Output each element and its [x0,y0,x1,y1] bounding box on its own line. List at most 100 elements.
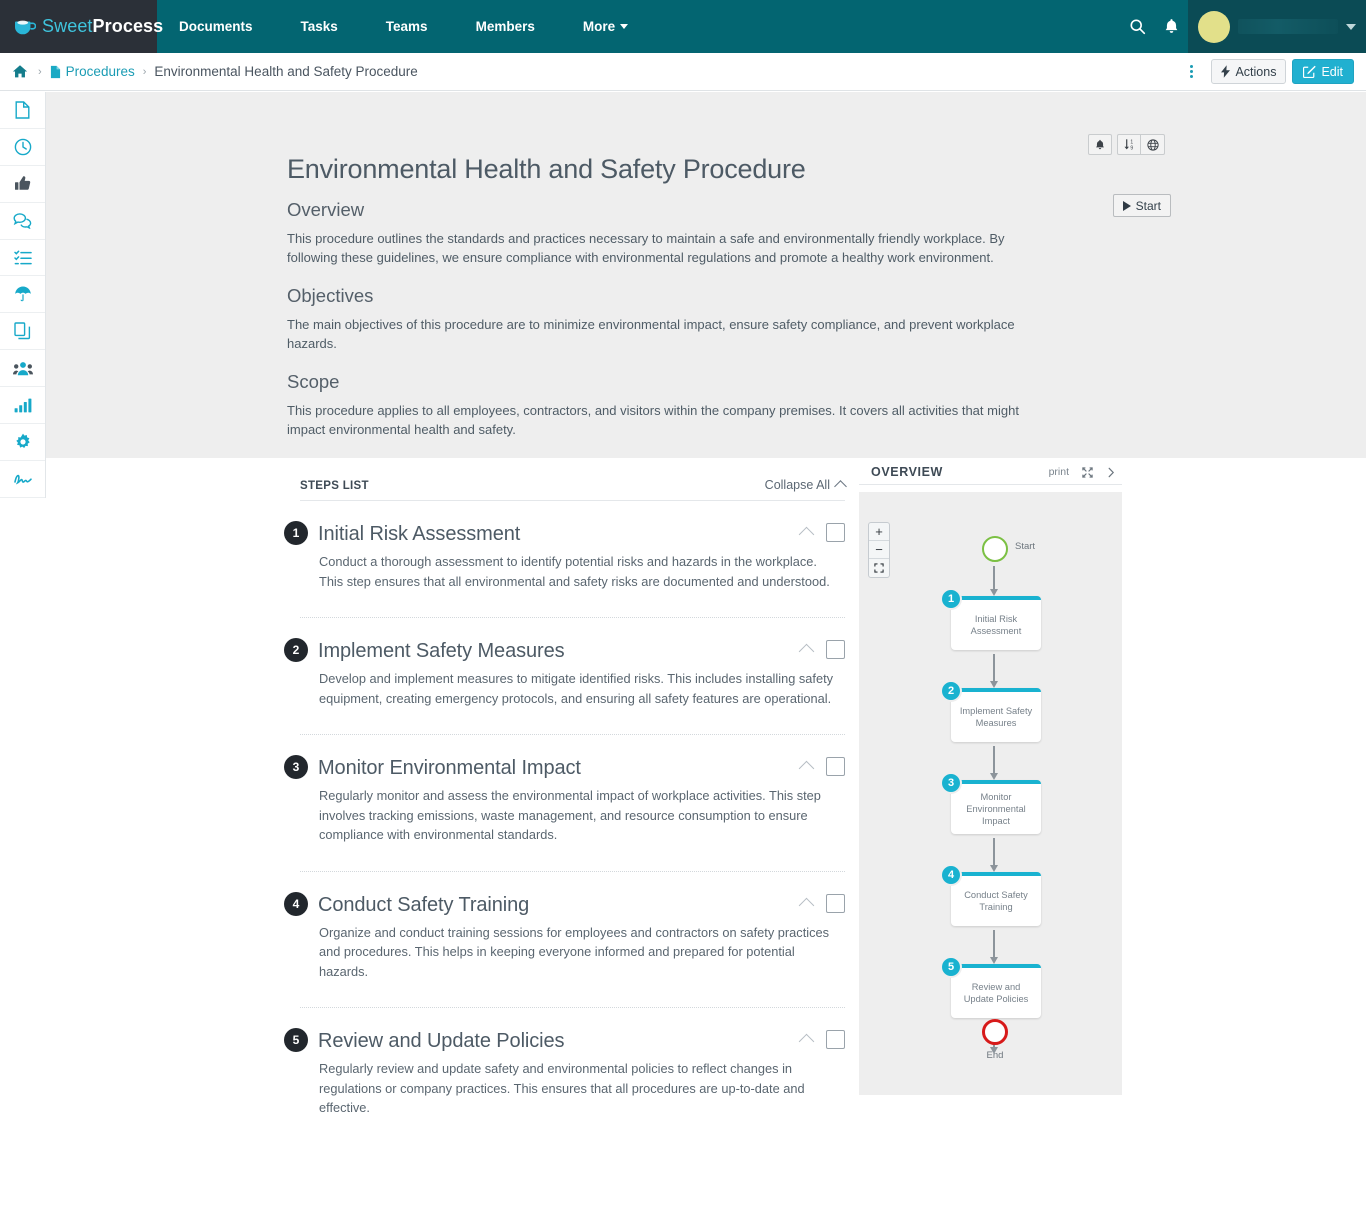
step-title[interactable]: Implement Safety Measures [318,640,845,663]
user-name-redacted [1238,19,1338,34]
chevron-down-icon [1346,23,1356,30]
bell-icon [1096,139,1104,149]
flowchart-node[interactable]: Implement Safety Measures [951,688,1041,742]
home-icon[interactable] [12,64,28,79]
rail-teams[interactable] [0,350,45,388]
svg-text:9: 9 [1130,146,1133,151]
nav-documents-label: Documents [179,19,253,34]
step-title[interactable]: Review and Update Policies [318,1030,845,1053]
step-checkbox[interactable] [826,893,845,913]
flowchart-diagram: Start 1 Initial Risk Assessment 2 Implem… [859,492,1122,1095]
chevron-up-icon[interactable] [798,526,815,543]
flowchart-arrow [990,654,997,688]
rail-reports[interactable] [0,387,45,425]
rail-settings[interactable] [0,424,45,461]
primary-nav-items: Documents Tasks Teams Members More [157,0,652,53]
step-checkbox[interactable] [826,640,845,659]
step-number-badge: 2 [284,638,308,662]
steps-list-panel: STEPS LIST Collapse All 1 Initial Risk A… [284,478,847,1144]
rail-duplicates[interactable] [0,313,45,351]
flowchart-canvas[interactable]: + − Start 1 Initial Risk Assessment 2 Im… [859,492,1122,1095]
chevron-up-icon[interactable] [798,760,815,777]
pencil-square-icon [1303,65,1317,78]
step-title[interactable]: Monitor Environmental Impact [318,757,845,780]
rail-comments[interactable] [0,203,45,240]
user-menu[interactable] [1188,0,1366,53]
flowchart-start-label: Start [1015,541,1036,552]
overview-panel-actions: print [1049,466,1116,478]
bell-icon[interactable] [1154,0,1188,53]
chevron-up-icon[interactable] [798,1033,815,1050]
flowchart-node-badge: 3 [940,772,962,794]
nav-more[interactable]: More [559,0,652,53]
section-body-overview: This procedure outlines the standards an… [287,231,1005,265]
rail-signatures[interactable] [0,461,45,498]
rail-documents[interactable] [0,92,45,129]
lightning-bolt-icon [1221,65,1231,78]
start-button-label: Start [1135,198,1161,213]
search-icon[interactable] [1120,0,1154,53]
flowchart-node[interactable]: Review and Update Policies [951,964,1041,1018]
chevron-up-icon [834,480,847,493]
step-checkbox[interactable] [826,523,845,542]
step-checkbox[interactable] [826,1030,845,1049]
chevron-right-icon[interactable] [1106,467,1116,478]
step-title[interactable]: Initial Risk Assessment [318,523,845,546]
brand-logo[interactable]: SweetProcess [0,0,163,53]
step-item: 5 Review and Update Policies Regularly r… [284,1008,845,1144]
rail-recent[interactable] [0,129,45,166]
breadcrumb-link-procedures[interactable]: Procedures [66,64,135,79]
flowchart-arrow [990,930,997,964]
flowchart-node[interactable]: Conduct Safety Training [951,872,1041,926]
flowchart-end-node[interactable] [982,1019,1008,1045]
collapse-all-button[interactable]: Collapse All [764,478,847,493]
step-item: 4 Conduct Safety Training Organize and c… [284,872,845,1008]
breadcrumb-actions-group: Actions Edit [1186,59,1354,84]
rail-tasks[interactable] [0,240,45,277]
nav-documents[interactable]: Documents [157,0,277,53]
rail-approvals[interactable] [0,166,45,203]
globe-icon [1146,138,1159,151]
flowchart-node[interactable]: Monitor Environmental Impact [951,780,1041,834]
avatar [1198,10,1230,43]
clock-icon [14,138,32,156]
step-controls [798,893,845,913]
nav-members[interactable]: Members [452,0,559,53]
actions-button[interactable]: Actions [1211,59,1287,84]
flowchart-node-label: Monitor Environmental Impact [966,792,1026,826]
checklist-icon [13,250,32,266]
brand-name-light: Sweet [42,16,93,36]
step-title[interactable]: Conduct Safety Training [318,894,845,917]
sort-button[interactable]: 1 9 [1117,134,1141,155]
chevron-up-icon[interactable] [798,643,815,660]
signature-icon [13,472,33,486]
step-number-badge: 4 [284,891,308,916]
flowchart-node[interactable]: Initial Risk Assessment [951,596,1041,650]
chevron-up-icon[interactable] [798,897,815,913]
notify-button[interactable] [1088,134,1112,155]
section-heading-objectives: Objectives [287,285,374,306]
nav-members-label: Members [475,19,535,34]
chat-bubbles-icon [13,212,32,230]
step-description: Conduct a thorough assessment to identif… [319,554,830,589]
flowchart-arrow [990,566,997,596]
umbrella-icon [14,285,32,303]
nav-teams[interactable]: Teams [362,0,452,53]
step-controls [798,1030,845,1050]
globe-button[interactable] [1141,134,1165,155]
sort-numeric-icon: 1 9 [1123,139,1133,151]
kebab-menu-icon[interactable] [1186,61,1197,82]
expand-arrows-icon[interactable] [1082,466,1093,478]
collapse-all-label: Collapse All [764,478,830,492]
start-button[interactable]: Start [1112,194,1171,217]
step-checkbox[interactable] [826,757,845,776]
step-controls [798,757,845,777]
print-button[interactable]: print [1049,466,1069,478]
edit-button[interactable]: Edit [1292,59,1354,84]
rail-policies[interactable] [0,276,45,314]
flowchart-node-label: Initial Risk Assessment [970,614,1022,636]
flowchart-start-node[interactable] [982,536,1008,562]
nav-more-label: More [582,19,616,34]
breadcrumb-bar: › Procedures › Environmental Health and … [0,53,1366,91]
nav-tasks[interactable]: Tasks [277,0,362,53]
